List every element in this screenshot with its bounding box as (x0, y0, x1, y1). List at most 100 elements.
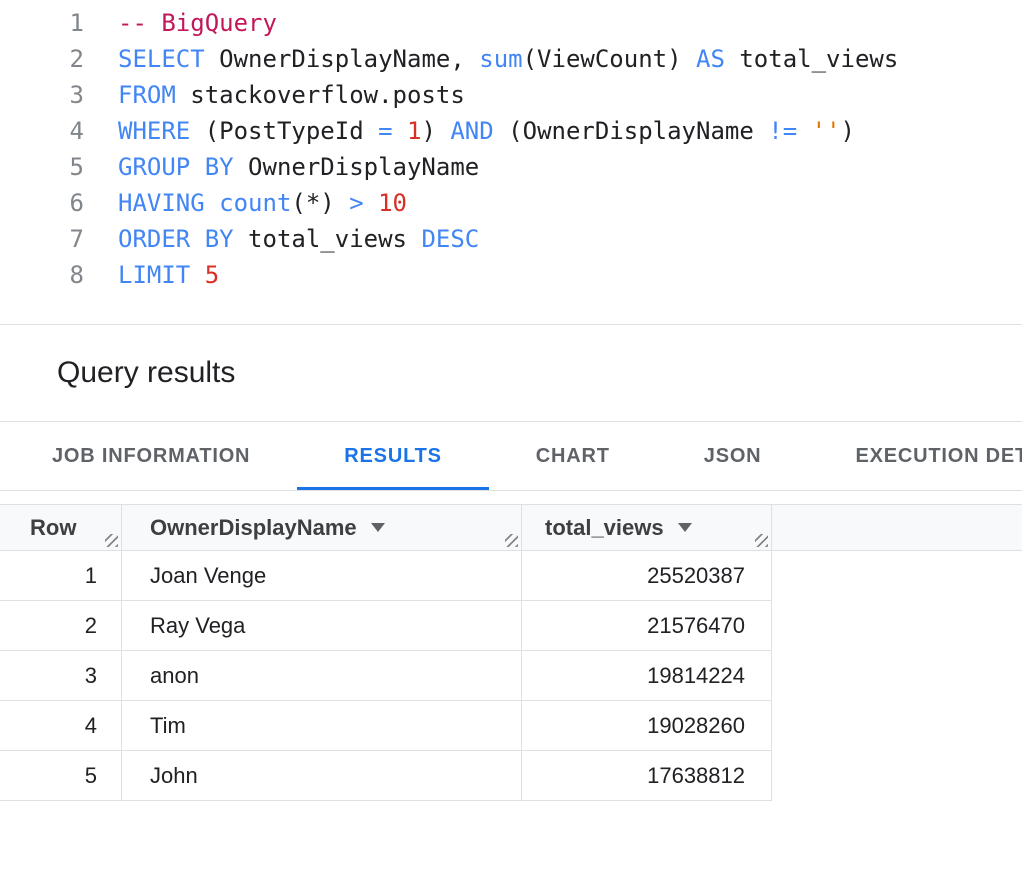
token-keyword: HAVING (118, 189, 205, 217)
tab-json[interactable]: JSON (657, 422, 809, 490)
sql-editor[interactable]: 1 -- BigQuery 2 SELECT OwnerDisplayName, su… (0, 0, 1022, 325)
token-keyword: DESC (421, 225, 479, 253)
column-resize-handle[interactable] (755, 534, 768, 547)
table-header-row: Row OwnerDisplayName total_views (0, 504, 1022, 551)
code-lines: 1 -- BigQuery 2 SELECT OwnerDisplayName, su… (0, 5, 1022, 293)
code-line: 6 HAVING count(*) > 10 (0, 185, 1022, 221)
token-keyword: ORDER BY (118, 225, 234, 253)
token-plain: (PostTypeId (190, 117, 378, 145)
line-number: 3 (0, 77, 84, 113)
query-results-header: Query results (0, 325, 1022, 421)
token-plain: total_views (234, 225, 422, 253)
token-plain: (ViewCount) (523, 45, 696, 73)
token-plain: ) (841, 117, 855, 145)
token-plain: OwnerDisplayName (234, 153, 480, 181)
token-plain (364, 189, 378, 217)
views-cell: 19028260 (522, 701, 772, 750)
results-tab-bar: JOB INFORMATIONRESULTSCHARTJSONEXECUTION… (0, 421, 1022, 491)
row-index-cell: 5 (0, 751, 122, 800)
token-keyword: FROM (118, 81, 176, 109)
row-index-cell: 1 (0, 551, 122, 600)
token-keyword: SELECT (118, 45, 205, 73)
column-resize-handle[interactable] (505, 534, 518, 547)
row-index-cell: 4 (0, 701, 122, 750)
results-table: Row OwnerDisplayName total_views 1Joan V… (0, 504, 1022, 801)
tab-execution-details[interactable]: EXECUTION DETAILS (808, 422, 1022, 490)
query-results-title: Query results (57, 356, 235, 390)
tab-chart[interactable]: CHART (489, 422, 657, 490)
code-line: 8 LIMIT 5 (0, 257, 1022, 293)
tab-job-information[interactable]: JOB INFORMATION (5, 422, 297, 490)
token-keyword: LIMIT (118, 261, 190, 289)
header-filler (772, 505, 1022, 550)
views-cell: 25520387 (522, 551, 772, 600)
token-operator: != (768, 117, 797, 145)
code-text: LIMIT 5 (118, 257, 219, 293)
line-number: 8 (0, 257, 84, 293)
tab-results[interactable]: RESULTS (297, 422, 488, 490)
code-line: 4 WHERE (PostTypeId = 1) AND (OwnerDispla… (0, 113, 1022, 149)
row-column-header: Row (0, 505, 122, 550)
table-row: 3anon19814224 (0, 651, 772, 701)
line-number: 1 (0, 5, 84, 41)
views-cell: 21576470 (522, 601, 772, 650)
table-row: 5John17638812 (0, 751, 772, 801)
column-dropdown-icon[interactable] (678, 523, 692, 532)
table-row: 1Joan Venge25520387 (0, 551, 772, 601)
column-resize-handle[interactable] (105, 534, 118, 547)
row-column-header-label: Row (30, 515, 76, 541)
views-column-header: total_views (522, 505, 772, 550)
code-text: WHERE (PostTypeId = 1) AND (OwnerDisplay… (118, 113, 855, 149)
code-line: 1 -- BigQuery (0, 5, 1022, 41)
owner-cell: Joan Venge (122, 551, 522, 600)
line-number: 2 (0, 41, 84, 77)
owner-cell: Ray Vega (122, 601, 522, 650)
token-operator: > (349, 189, 363, 217)
token-plain: ) (421, 117, 450, 145)
code-line: 7 ORDER BY total_views DESC (0, 221, 1022, 257)
token-keyword: sum (479, 45, 522, 73)
code-text: HAVING count(*) > 10 (118, 185, 407, 221)
token-plain: stackoverflow.posts (176, 81, 465, 109)
token-operator: = (378, 117, 392, 145)
owner-column-header: OwnerDisplayName (122, 505, 522, 550)
token-plain: OwnerDisplayName, (205, 45, 480, 73)
token-number: 1 (407, 117, 421, 145)
code-text: SELECT OwnerDisplayName, sum(ViewCount) … (118, 41, 898, 77)
code-line: 2 SELECT OwnerDisplayName, sum(ViewCount)… (0, 41, 1022, 77)
token-number: 5 (205, 261, 219, 289)
owner-cell: anon (122, 651, 522, 700)
token-plain (797, 117, 811, 145)
token-keyword: count (219, 189, 291, 217)
views-column-header-label: total_views (545, 515, 664, 541)
owner-column-header-label: OwnerDisplayName (150, 515, 357, 541)
token-keyword: AND (450, 117, 493, 145)
line-number: 5 (0, 149, 84, 185)
owner-cell: Tim (122, 701, 522, 750)
owner-cell: John (122, 751, 522, 800)
line-number: 4 (0, 113, 84, 149)
line-number: 7 (0, 221, 84, 257)
token-plain (205, 189, 219, 217)
views-cell: 19814224 (522, 651, 772, 700)
token-plain (393, 117, 407, 145)
token-number: 10 (378, 189, 407, 217)
line-number: 6 (0, 185, 84, 221)
row-index-cell: 3 (0, 651, 122, 700)
code-text: ORDER BY total_views DESC (118, 221, 479, 257)
token-plain (190, 261, 204, 289)
code-line: 3 FROM stackoverflow.posts (0, 77, 1022, 113)
code-line: 5 GROUP BY OwnerDisplayName (0, 149, 1022, 185)
token-plain: (OwnerDisplayName (494, 117, 769, 145)
column-dropdown-icon[interactable] (371, 523, 385, 532)
table-body: 1Joan Venge255203872Ray Vega215764703ano… (0, 551, 772, 801)
token-keyword: AS (696, 45, 725, 73)
token-string: '' (812, 117, 841, 145)
token-comment: -- BigQuery (118, 9, 277, 37)
row-index-cell: 2 (0, 601, 122, 650)
token-keyword: WHERE (118, 117, 190, 145)
token-plain: (*) (291, 189, 349, 217)
views-cell: 17638812 (522, 751, 772, 800)
code-text: FROM stackoverflow.posts (118, 77, 465, 113)
token-keyword: GROUP BY (118, 153, 234, 181)
